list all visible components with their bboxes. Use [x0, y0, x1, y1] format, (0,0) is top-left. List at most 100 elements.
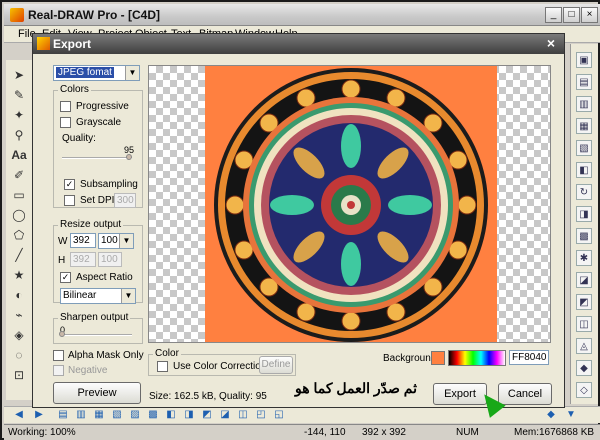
lasso-icon[interactable]: ◌: [10, 346, 28, 364]
crop-icon[interactable]: ⊡: [10, 366, 28, 384]
polygon-icon[interactable]: ⬠: [10, 226, 28, 244]
grid-icon[interactable]: ▩: [576, 228, 592, 244]
width-percent-select[interactable]: 100 ▼: [98, 233, 134, 249]
arrow-right-icon[interactable]: ▶: [32, 408, 46, 422]
order-front-icon[interactable]: ◨: [182, 408, 196, 422]
text-icon[interactable]: Aa: [10, 146, 28, 164]
resample-select[interactable]: Bilinear ▼: [60, 288, 136, 304]
align-right-icon[interactable]: ▦: [92, 408, 106, 422]
height-field[interactable]: 392: [70, 252, 96, 267]
pen-icon[interactable]: ✎: [10, 86, 28, 104]
status-memory: Mem:1676868 KB: [514, 427, 595, 438]
dialog-title: Export: [53, 37, 92, 51]
distribute-icon[interactable]: ◧: [164, 408, 178, 422]
combine-icon[interactable]: ◰: [254, 408, 268, 422]
preview-button[interactable]: Preview: [53, 382, 141, 404]
subsampling-label: Subsampling: [80, 179, 138, 190]
outline-icon[interactable]: ◇: [576, 382, 592, 398]
grayscale-checkbox[interactable]: [60, 117, 71, 128]
paint-bucket-icon[interactable]: ◈: [10, 326, 28, 344]
layer-icon[interactable]: ▤: [576, 74, 592, 90]
node-edit-icon[interactable]: ✦: [10, 106, 28, 124]
colors-group: Colors Progressive Grayscale Quality: 95…: [53, 84, 143, 208]
set-dpi-checkbox[interactable]: [64, 195, 75, 206]
set-dpi-label: Set DPI: [80, 195, 115, 206]
rectangle-icon[interactable]: ▭: [10, 186, 28, 204]
ungroup-icon[interactable]: ◫: [236, 408, 250, 422]
align-center-icon[interactable]: ▥: [74, 408, 88, 422]
background-hex-field[interactable]: FF8040: [509, 350, 549, 365]
arrow-left-icon[interactable]: ◀: [12, 408, 26, 422]
zoom-icon[interactable]: ⚲: [10, 126, 28, 144]
sharpen-slider[interactable]: [62, 334, 132, 336]
status-coords: -144, 110: [304, 427, 346, 438]
sharpen-group-label: Sharpen output: [58, 312, 131, 323]
ellipse-icon[interactable]: ◯: [10, 206, 28, 224]
quality-slider[interactable]: [62, 157, 132, 159]
background-swatch[interactable]: [431, 351, 445, 365]
format-value: JPEG fomat: [56, 67, 114, 78]
color-group: Color Use Color Correction Define: [148, 348, 296, 376]
line-icon[interactable]: ╱: [10, 246, 28, 264]
align-middle-icon[interactable]: ▨: [128, 408, 142, 422]
flip-icon[interactable]: ◧: [576, 162, 592, 178]
progressive-checkbox[interactable]: [60, 101, 71, 112]
arrow-down-icon[interactable]: ▼: [564, 408, 578, 422]
align-top-icon[interactable]: ▧: [110, 408, 124, 422]
dpi-field[interactable]: 300: [114, 193, 136, 208]
width-label: W: [58, 236, 68, 247]
effects-icon[interactable]: ✱: [576, 250, 592, 266]
eyedropper-icon[interactable]: ⌁: [10, 306, 28, 324]
close-window-button[interactable]: ×: [581, 7, 598, 23]
preview-area: [148, 65, 551, 343]
break-icon[interactable]: ◱: [272, 408, 286, 422]
alpha-mask-checkbox[interactable]: [53, 350, 64, 361]
align-bottom-icon[interactable]: ▩: [146, 408, 160, 422]
dialog-close-button[interactable]: ×: [543, 36, 559, 51]
left-toolbox: ➤ ✎ ✦ ⚲ Aa ✐ ▭ ◯ ⬠ ╱ ★ ◐ ⌁ ◈ ◌ ⊡: [6, 60, 34, 400]
image-icon[interactable]: ▣: [576, 52, 592, 68]
rotate-icon[interactable]: ↻: [576, 184, 592, 200]
gradient-icon[interactable]: ◐: [10, 286, 28, 304]
height-percent-field[interactable]: 100: [98, 252, 122, 267]
define-button[interactable]: Define: [259, 356, 293, 374]
format-select[interactable]: JPEG fomat ▼: [53, 65, 140, 81]
mask-icon[interactable]: ◫: [576, 316, 592, 332]
quality-slider-thumb[interactable]: [125, 154, 132, 160]
color-correction-label: Use Color Correction: [173, 361, 267, 372]
shadow-icon[interactable]: ◪: [576, 272, 592, 288]
align-left-icon[interactable]: ▤: [56, 408, 70, 422]
subsampling-checkbox[interactable]: ✓: [64, 179, 75, 190]
distort-icon[interactable]: ◨: [576, 206, 592, 222]
negative-checkbox[interactable]: [53, 365, 64, 376]
star-icon[interactable]: ★: [10, 266, 28, 284]
bottom-toolbar: ◀ ▶ ▤ ▥ ▦ ▧ ▨ ▩ ◧ ◨ ◩ ◪ ◫ ◰ ◱ ◆ ▼: [4, 406, 600, 423]
order-back-icon[interactable]: ◩: [200, 408, 214, 422]
width-field[interactable]: 392: [70, 233, 96, 248]
sharpen-slider-thumb[interactable]: [59, 331, 65, 337]
aspect-ratio-checkbox[interactable]: ✓: [60, 272, 71, 283]
group-objects-icon[interactable]: ◪: [218, 408, 232, 422]
palette-icon[interactable]: ◆: [544, 408, 558, 422]
background-label: Background: [383, 353, 437, 364]
brush-icon[interactable]: ✐: [10, 166, 28, 184]
blend-icon[interactable]: ◩: [576, 294, 592, 310]
color-icon[interactable]: ◆: [576, 360, 592, 376]
group-icon[interactable]: ▦: [576, 118, 592, 134]
resample-value: Bilinear: [63, 290, 97, 301]
select-arrow-icon[interactable]: ➤: [10, 66, 28, 84]
arrange-icon[interactable]: ▧: [576, 140, 592, 156]
aspect-ratio-label: Aspect Ratio: [76, 272, 133, 283]
app-title: Real-DRAW Pro - [C4D]: [28, 8, 161, 22]
progressive-label: Progressive: [76, 101, 129, 112]
quality-label: Quality:: [62, 133, 96, 144]
status-bar: Working: 100% -144, 110 392 x 392 NUM Me…: [4, 424, 600, 440]
cancel-button[interactable]: Cancel: [498, 383, 552, 405]
alpha-mask-label: Alpha Mask Only: [68, 350, 144, 361]
color-gradient-picker[interactable]: [448, 350, 506, 366]
transparency-icon[interactable]: ◬: [576, 338, 592, 354]
minimize-button[interactable]: _: [545, 7, 562, 23]
maximize-button[interactable]: □: [563, 7, 580, 23]
color-correction-checkbox[interactable]: [157, 361, 168, 372]
align-icon[interactable]: ▥: [576, 96, 592, 112]
